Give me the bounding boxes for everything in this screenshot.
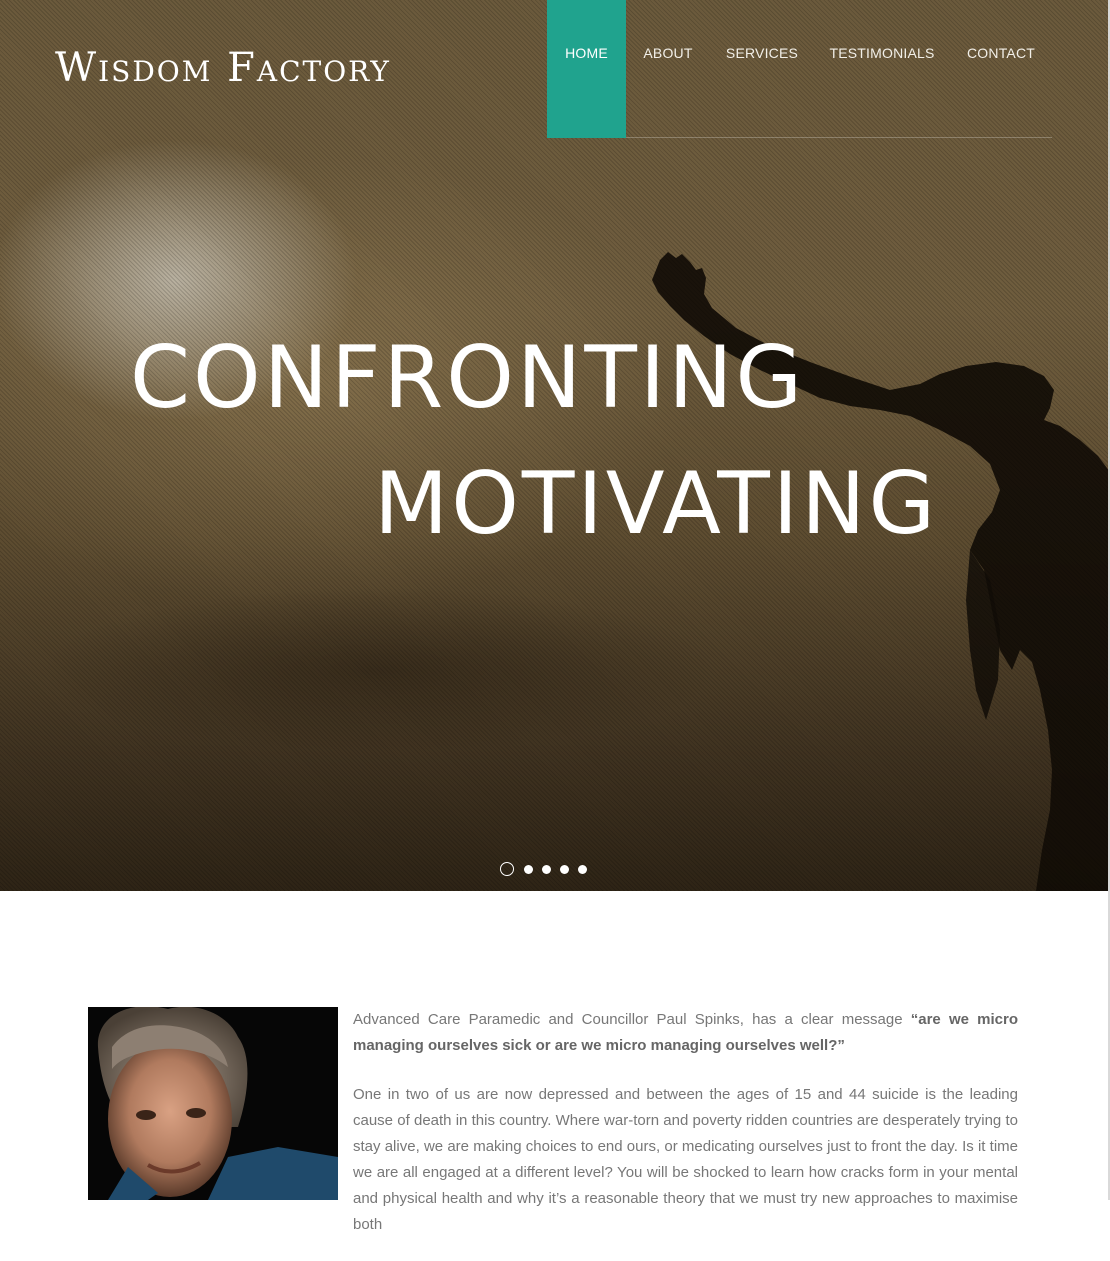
slider-dot-5[interactable] bbox=[578, 864, 587, 874]
nav-item-home[interactable]: HOME bbox=[547, 0, 626, 138]
intro-paragraph-1: Advanced Care Paramedic and Councillor P… bbox=[353, 1007, 1018, 1059]
slider-pagination bbox=[500, 862, 587, 876]
nav-item-testimonials[interactable]: TESTIMONIALS bbox=[829, 0, 934, 138]
slider-dot-3[interactable] bbox=[542, 864, 551, 874]
hero-headline-line2: MOTIVATING bbox=[374, 454, 939, 554]
nav-item-services[interactable]: SERVICES bbox=[725, 0, 799, 138]
site-logo[interactable]: Wisdom Factory bbox=[55, 44, 391, 92]
intro-article: Advanced Care Paramedic and Councillor P… bbox=[353, 1007, 1018, 1261]
hero-headline-line1: CONFRONTING bbox=[130, 328, 806, 428]
hero-slider: Wisdom Factory HOME ABOUT SERVICES TESTI… bbox=[0, 0, 1108, 891]
slider-dot-4[interactable] bbox=[560, 864, 569, 874]
nav-item-about[interactable]: ABOUT bbox=[638, 0, 698, 138]
slider-dot-1[interactable] bbox=[500, 862, 514, 876]
portrait-photo bbox=[88, 1007, 338, 1200]
nav-item-contact[interactable]: CONTACT bbox=[967, 0, 1035, 138]
intro-lead-text: Advanced Care Paramedic and Councillor P… bbox=[353, 1011, 911, 1028]
main-nav: HOME ABOUT SERVICES TESTIMONIALS CONTACT bbox=[547, 0, 1052, 138]
slider-dot-2[interactable] bbox=[524, 864, 533, 874]
intro-paragraph-2: One in two of us are now depressed and b… bbox=[353, 1086, 1018, 1233]
